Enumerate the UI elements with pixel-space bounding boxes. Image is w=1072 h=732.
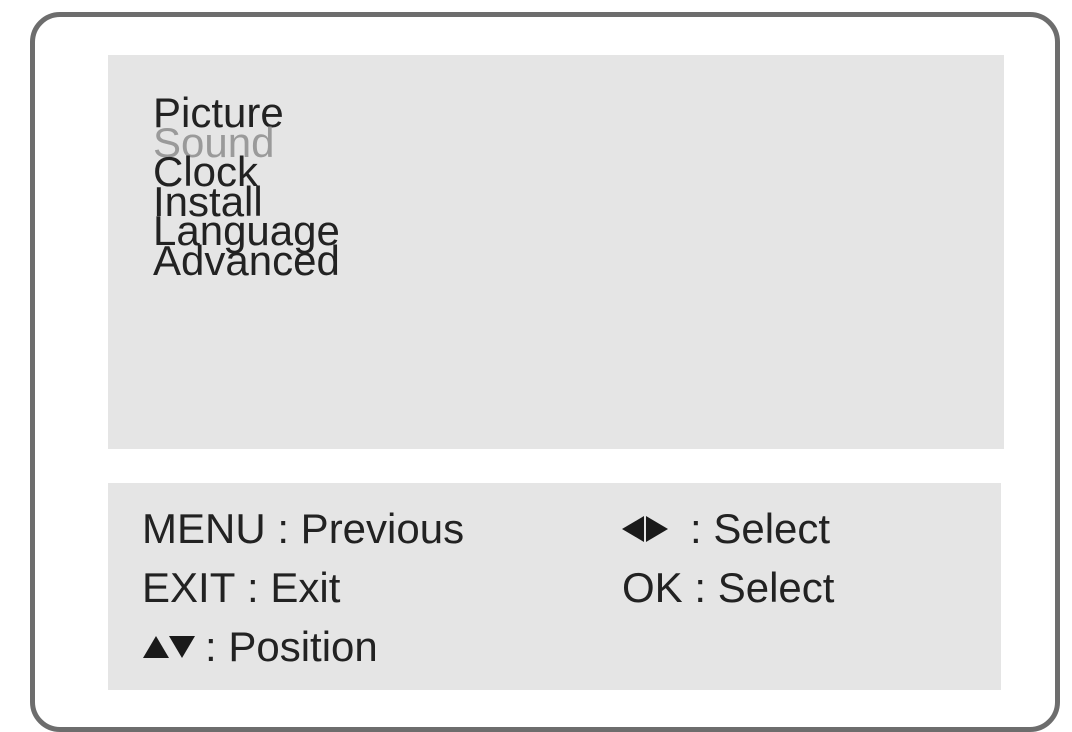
exit-key-label: EXIT bbox=[142, 564, 236, 611]
menu-item-advanced[interactable]: Advanced bbox=[153, 231, 340, 291]
menu-key-label: MENU bbox=[142, 505, 266, 552]
help-left-right-select: : Select bbox=[622, 504, 830, 554]
left-right-select-action: : Select bbox=[690, 505, 831, 552]
help-exit: EXIT : Exit bbox=[142, 563, 340, 613]
left-right-arrows-icon bbox=[622, 516, 668, 542]
menu-key-action: : Previous bbox=[277, 505, 465, 552]
help-menu-previous: MENU : Previous bbox=[142, 504, 464, 554]
right-arrow-icon bbox=[646, 516, 668, 542]
main-menu-list: Picture Sound Clock Install Language Adv… bbox=[153, 89, 340, 291]
up-down-arrows-icon bbox=[143, 636, 195, 658]
left-arrow-icon bbox=[622, 516, 644, 542]
up-arrow-icon bbox=[143, 636, 169, 658]
ok-key-action: : Select bbox=[694, 564, 835, 611]
ok-key-label: OK bbox=[622, 564, 683, 611]
position-action: : Position bbox=[205, 623, 378, 670]
help-position: : Position bbox=[143, 622, 378, 672]
exit-key-action: : Exit bbox=[247, 564, 341, 611]
down-arrow-icon bbox=[169, 636, 195, 658]
main-menu-panel: Picture Sound Clock Install Language Adv… bbox=[108, 55, 1004, 449]
help-ok-select: OK : Select bbox=[622, 563, 834, 613]
